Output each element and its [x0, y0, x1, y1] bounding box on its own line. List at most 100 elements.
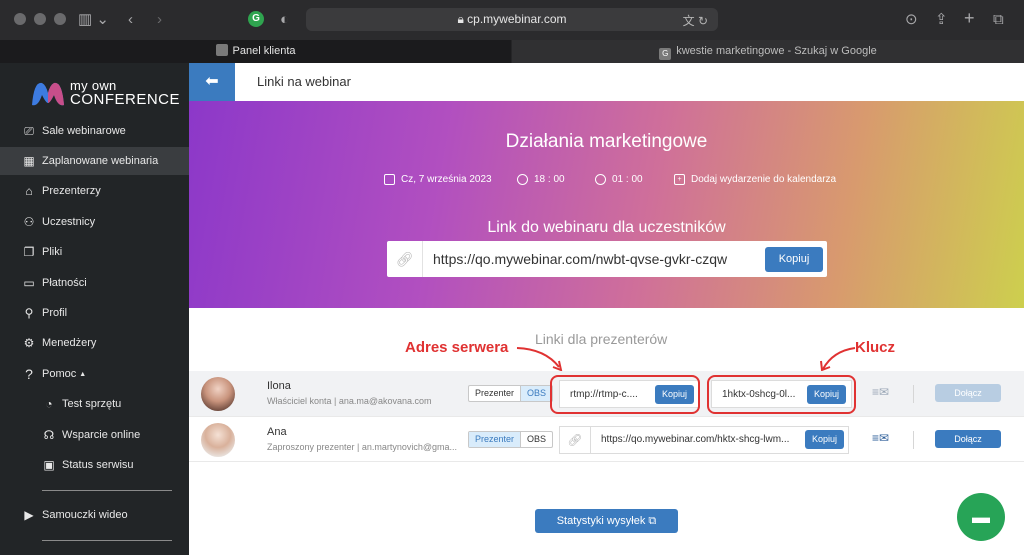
logo-text-bottom: CONFERENCE — [70, 91, 181, 108]
presenter-name: Ilona — [267, 380, 291, 392]
tab-favicon-icon — [215, 44, 228, 56]
annotation-key-label: Klucz — [855, 339, 896, 356]
caret-up-icon: ▲ — [79, 370, 87, 378]
presenter-name: Ana — [267, 426, 287, 438]
video-icon: ▶ — [24, 508, 34, 522]
sidebar-item-test-sprzetu[interactable]: ◔ Test sprzętu — [0, 390, 189, 418]
row-divider — [913, 431, 914, 449]
external-link-icon: ⧉ — [648, 515, 657, 527]
camera-icon: ⎚ — [24, 123, 34, 138]
presenter-mode-toggle: Prezenter OBS — [468, 385, 554, 402]
presenter-role: Zaproszony prezenter | an.martynovich@gm… — [267, 442, 458, 452]
annotation-highlight-server — [550, 375, 700, 414]
managers-icon: ⚙ — [23, 336, 35, 350]
stats-button[interactable]: Statystyki wysyłek ⧉ — [535, 509, 678, 533]
send-invite-icon[interactable]: ≡✉ — [872, 431, 889, 445]
reload-icon[interactable]: 文 ↻ — [683, 12, 708, 29]
tab-panel-klienta[interactable]: Panel klienta — [0, 40, 511, 63]
forward-arrow-icon[interactable]: › — [157, 10, 162, 30]
calendar-icon: ▦ — [23, 154, 35, 168]
sidebar-divider — [42, 490, 172, 491]
sidebar-item-status-serwisu[interactable]: ▣ Status serwisu — [0, 451, 189, 479]
tabs-overview-icon[interactable]: ⧉ — [993, 10, 1004, 30]
join-button[interactable]: Dołącz — [935, 430, 1001, 448]
clock-icon — [517, 174, 528, 185]
sidebar-toggle-icon[interactable]: ▥ ⌄ — [78, 10, 109, 30]
participant-link-text[interactable]: https://qo.mywebinar.com/nwbt-qvse-gvkr-… — [433, 251, 763, 267]
back-arrow-icon: ⬅ — [205, 73, 219, 90]
send-invite-icon[interactable]: ≡✉ — [872, 385, 889, 399]
download-icon[interactable]: ⊙ — [905, 10, 918, 30]
sidebar-item-platnosci[interactable]: ▭ Płatności — [0, 269, 189, 297]
url-text: cp.mywebinar.com — [467, 12, 567, 26]
webinar-title: Działania marketingowe — [505, 131, 708, 152]
calendar-add-icon: + — [674, 174, 685, 185]
sidebar-item-profil[interactable]: ⚲ Profil — [0, 299, 189, 327]
join-button-disabled: Dołącz — [935, 384, 1001, 402]
annotation-server-label: Adres serwera — [405, 339, 509, 356]
new-tab-icon[interactable]: + — [964, 8, 975, 28]
sidebar: my own CONFERENCE ⎚ Sale webinarowe ▦ Zapl… — [0, 63, 189, 555]
help-icon: ? — [25, 366, 33, 382]
sidebar-item-menedzery[interactable]: ⚙ Menedżery — [0, 329, 189, 357]
tab-google-search[interactable]: Gkwestie marketingowe - Szukaj w Google — [512, 40, 1024, 63]
sidebar-item-sale-webinarowe[interactable]: ⎚ Sale webinarowe — [0, 117, 189, 145]
logo-mark-icon — [32, 82, 64, 106]
annotation-arrow-key-icon — [820, 347, 856, 372]
toggle-obs[interactable]: OBS — [520, 386, 553, 401]
row-divider — [913, 385, 914, 403]
grammarly-icon[interactable]: G — [248, 11, 264, 27]
sidebar-item-pomoc[interactable]: ? Pomoc ▲ — [0, 360, 189, 388]
toggle-obs[interactable]: OBS — [520, 432, 552, 447]
gauge-icon: ◔ — [45, 397, 53, 411]
share-icon[interactable]: ⇪ — [935, 10, 948, 30]
payments-icon: ▭ — [23, 276, 35, 290]
page-header: ⬅ Linki na webinar — [189, 63, 1024, 101]
add-to-calendar-link[interactable]: + Dodaj wydarzenie do kalendarza — [674, 174, 836, 185]
profile-icon: ⚲ — [24, 306, 34, 320]
webinar-date: Cz, 7 września 2023 — [384, 174, 492, 185]
back-arrow-icon[interactable]: ‹ — [128, 10, 133, 30]
participant-link-title: Link do webinaru dla uczestników — [487, 219, 726, 236]
copy-presenter-link-button[interactable]: Kopiuj — [805, 430, 844, 449]
presenter-role: Właściciel konta | ana.ma@akovana.com — [267, 396, 432, 406]
page-title: Linki na webinar — [257, 74, 351, 89]
window-controls[interactable] — [14, 13, 66, 25]
monitor-icon: ▣ — [43, 458, 55, 472]
avatar — [201, 423, 235, 457]
browser-toolbar: ▥ ⌄ ‹ › G ◐ 🔒︎ cp.mywebinar.com 文 ↻ ⊙ ⇪ … — [0, 0, 1024, 40]
shield-icon[interactable]: ◐ — [280, 10, 289, 30]
webinar-time: 18 : 00 — [517, 174, 565, 185]
presenter-link-text[interactable]: https://qo.mywebinar.com/hktx-shcg-lwm..… — [601, 434, 789, 445]
lock-icon: 🔒︎ — [457, 12, 468, 26]
presenter-icon: ⌂ — [25, 184, 33, 198]
headset-icon: ☊ — [43, 428, 55, 442]
sidebar-item-samouczki-wideo[interactable]: ▶ Samouczki wideo — [0, 501, 189, 529]
address-bar[interactable]: 🔒︎ cp.mywebinar.com 文 ↻ — [306, 8, 718, 31]
chat-button[interactable]: ▬ — [957, 493, 1005, 541]
files-icon: ❐ — [23, 245, 35, 259]
copy-participant-link-button[interactable]: Kopiuj — [765, 247, 823, 272]
webinar-hero: Działania marketingowe Cz, 7 września 20… — [189, 101, 1024, 308]
toggle-presenter[interactable]: Prezenter — [469, 386, 520, 401]
tab-bar: Panel klienta Gkwestie marketingowe - Sz… — [0, 40, 1024, 63]
sidebar-item-uczestnicy[interactable]: ⚇ Uczestnicy — [0, 208, 189, 236]
webinar-duration: 01 : 00 — [595, 174, 643, 185]
sidebar-item-prezenterzy[interactable]: ⌂ Prezenterzy — [0, 177, 189, 205]
sidebar-item-wsparcie-online[interactable]: ☊ Wsparcie online — [0, 421, 189, 449]
sidebar-item-pliki[interactable]: ❐ Pliki — [0, 238, 189, 266]
toggle-presenter[interactable]: Prezenter — [469, 432, 521, 447]
back-button[interactable]: ⬅ — [189, 63, 235, 101]
avatar — [201, 377, 235, 411]
logo[interactable]: my own CONFERENCE — [30, 73, 180, 113]
link-icon: 🔗︎ — [559, 426, 591, 454]
sidebar-divider-bottom — [42, 540, 172, 541]
chat-bubble-icon: ▬ — [972, 507, 990, 527]
calendar-icon — [384, 174, 395, 185]
users-icon: ⚇ — [23, 215, 35, 229]
link-icon: 🔗︎ — [387, 241, 423, 277]
participant-link-field: 🔗︎ https://qo.mywebinar.com/nwbt-qvse-gv… — [387, 241, 827, 277]
sidebar-item-zaplanowane-webinaria[interactable]: ▦ Zaplanowane webinaria — [0, 147, 189, 175]
annotation-highlight-key — [707, 375, 856, 414]
main-content: ⬅ Linki na webinar Działania marketingow… — [189, 63, 1024, 555]
